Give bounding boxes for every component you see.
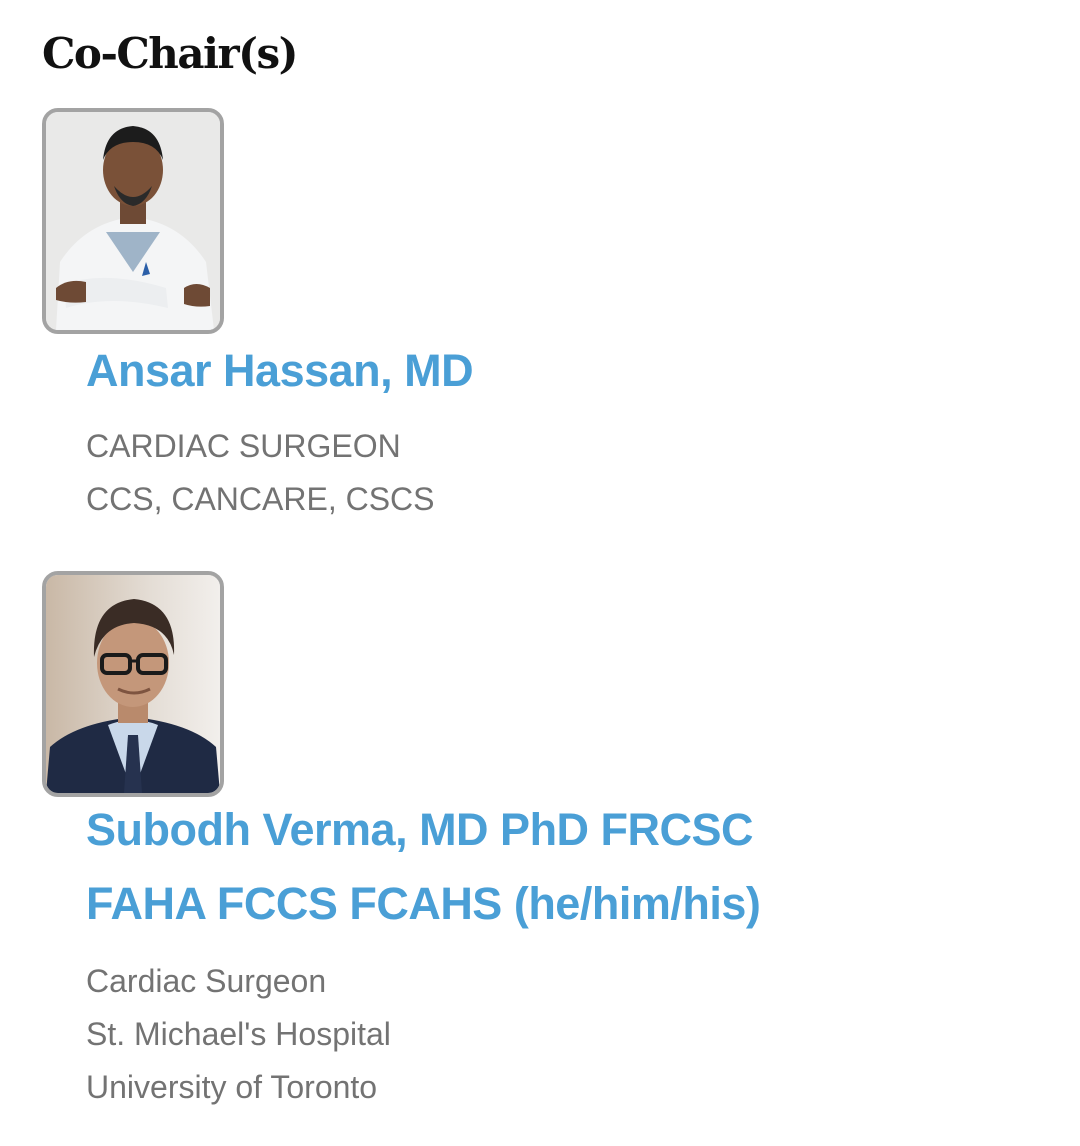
name-line: FAHA FCCS FCAHS (he/him/his)	[86, 878, 761, 929]
detail-line: CCS, CANCARE, CSCS	[86, 481, 435, 517]
name-line: Ansar Hassan, MD	[86, 345, 474, 396]
detail-line: St. Michael's Hospital	[86, 1016, 391, 1052]
person-photo-image	[46, 575, 220, 793]
profile-photo[interactable]	[42, 108, 224, 334]
person-name-link[interactable]: Subodh Verma, MD PhD FRCSC FAHA FCCS FCA…	[86, 793, 761, 941]
section-title: Co-Chair(s)	[42, 29, 299, 78]
person-details: Cardiac Surgeon St. Michael's Hospital U…	[86, 955, 391, 1114]
detail-line: Cardiac Surgeon	[86, 963, 327, 999]
person-photo-image	[46, 112, 220, 330]
detail-line: University of Toronto	[86, 1069, 378, 1105]
profile-photo[interactable]	[42, 571, 224, 797]
person-details: CARDIAC SURGEON CCS, CANCARE, CSCS	[86, 420, 435, 526]
detail-line: CARDIAC SURGEON	[86, 428, 401, 464]
co-chairs-page: Co-Chair(s) Ansar Hassan, MD CARDIAC SUR…	[0, 0, 1080, 1146]
person-name-link[interactable]: Ansar Hassan, MD	[86, 334, 474, 408]
name-line: Subodh Verma, MD PhD FRCSC	[86, 804, 754, 855]
